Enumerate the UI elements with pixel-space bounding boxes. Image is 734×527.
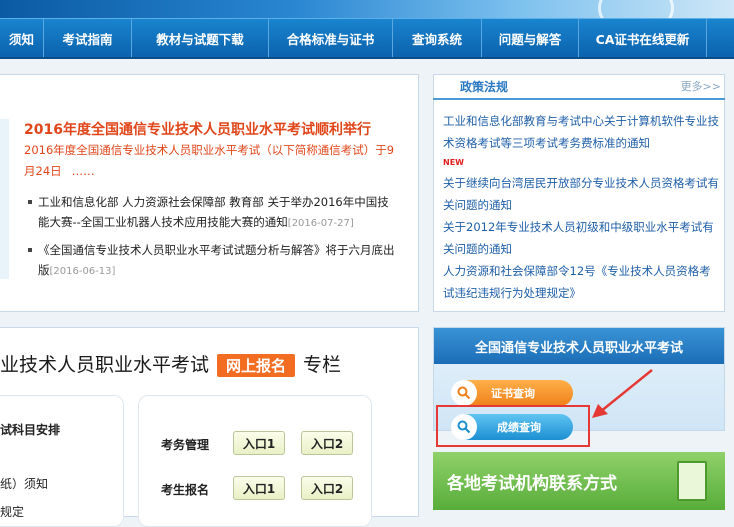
search-icon bbox=[451, 380, 477, 406]
exam-mgmt-label: 考务管理 bbox=[161, 438, 210, 452]
nav-item-exam-guide[interactable]: 考试指南 bbox=[44, 19, 132, 57]
nav-item-downloads[interactable]: 教材与试题下载 bbox=[132, 19, 269, 57]
news-list: 工业和信息化部 人力资源社会保障部 教育部 关于举办2016年中国技能大赛--全… bbox=[26, 192, 396, 288]
nav-item-query[interactable]: 查询系统 bbox=[393, 19, 482, 57]
news-summary[interactable]: 2016年度全国通信专业技术人员职业水平考试（以下简称通信考试）于9月24日…… bbox=[24, 140, 404, 182]
main-nav: 须知 考试指南 教材与试题下载 合格标准与证书 查询系统 问题与解答 CA证书在… bbox=[0, 18, 734, 59]
rule-label[interactable]: 规定 bbox=[0, 503, 24, 520]
list-item[interactable]: 工业和信息化部 人力资源社会保障部 教育部 关于举办2016年中国技能大赛--全… bbox=[26, 192, 396, 234]
exam-mgmt-entry1-button[interactable]: 入口1 bbox=[233, 431, 285, 455]
exam-mgmt-entry2-button[interactable]: 入口2 bbox=[301, 431, 353, 455]
student-reg-label: 考生报名 bbox=[161, 483, 210, 497]
nav-item-faq[interactable]: 问题与解答 bbox=[482, 19, 579, 57]
list-item[interactable]: 关于2012年专业技术人员初级和中级职业水平考试有关问题的通知 bbox=[443, 216, 721, 260]
student-reg-entry2-button[interactable]: 入口2 bbox=[301, 476, 353, 500]
news-headline[interactable]: 2016年度全国通信专业技术人员职业水平考试顺利举行 bbox=[24, 119, 371, 139]
new-badge: NEW bbox=[443, 158, 464, 167]
subjects-label[interactable]: 试科目安排 bbox=[0, 421, 60, 438]
online-register-button[interactable]: 网上报名 bbox=[217, 354, 296, 377]
top-banner bbox=[0, 0, 734, 18]
list-item[interactable]: 《全国通信专业技术人员职业水平考试试题分析与解答》将于六月底出版[2016-06… bbox=[26, 240, 396, 282]
notice-label[interactable]: 纸）须知 bbox=[0, 475, 48, 492]
contact-banner[interactable]: 各地考试机构联系方式 bbox=[433, 452, 725, 510]
exam-query-title: 全国通信专业技术人员职业水平考试 bbox=[434, 328, 724, 364]
list-item[interactable]: 人力资源和社会保障部令12号《专业技术人员资格考试违纪违规行为处理规定》 bbox=[443, 260, 721, 304]
list-item[interactable]: 关于继续向台湾居民开放部分专业技术人员资格考试有关问题的通知 bbox=[443, 172, 721, 216]
news-side-strip bbox=[0, 119, 9, 279]
policy-title: 政策法规 bbox=[460, 80, 509, 94]
entries-box bbox=[138, 395, 372, 527]
nav-item-ca-cert[interactable]: CA证书在线更新 bbox=[579, 19, 707, 57]
policy-more-link[interactable]: 更多>> bbox=[681, 78, 721, 94]
list-item[interactable]: 工业和信息化部教育与考试中心关于计算机软件专业技术资格考试等三项考试考务费标准的… bbox=[443, 110, 721, 154]
student-reg-entry1-button[interactable]: 入口1 bbox=[233, 476, 285, 500]
nav-item-notice[interactable]: 须知 bbox=[0, 19, 44, 57]
arrow-pointer-icon bbox=[592, 369, 653, 418]
document-icon bbox=[677, 461, 707, 501]
policy-header: 政策法规 更多>> bbox=[433, 74, 725, 100]
highlight-frame bbox=[436, 405, 590, 447]
cert-query-button[interactable]: 证书查询 bbox=[451, 380, 573, 406]
satellite-dish-graphic bbox=[598, 0, 674, 18]
policy-list: 工业和信息化部教育与考试中心关于计算机软件专业技术资格考试等三项考试考务费标准的… bbox=[443, 110, 721, 304]
column-title: 业技术人员职业水平考试 网上报名 专栏 bbox=[0, 354, 342, 377]
nav-item-standards[interactable]: 合格标准与证书 bbox=[269, 19, 393, 57]
nav-item-overflow bbox=[707, 19, 734, 57]
